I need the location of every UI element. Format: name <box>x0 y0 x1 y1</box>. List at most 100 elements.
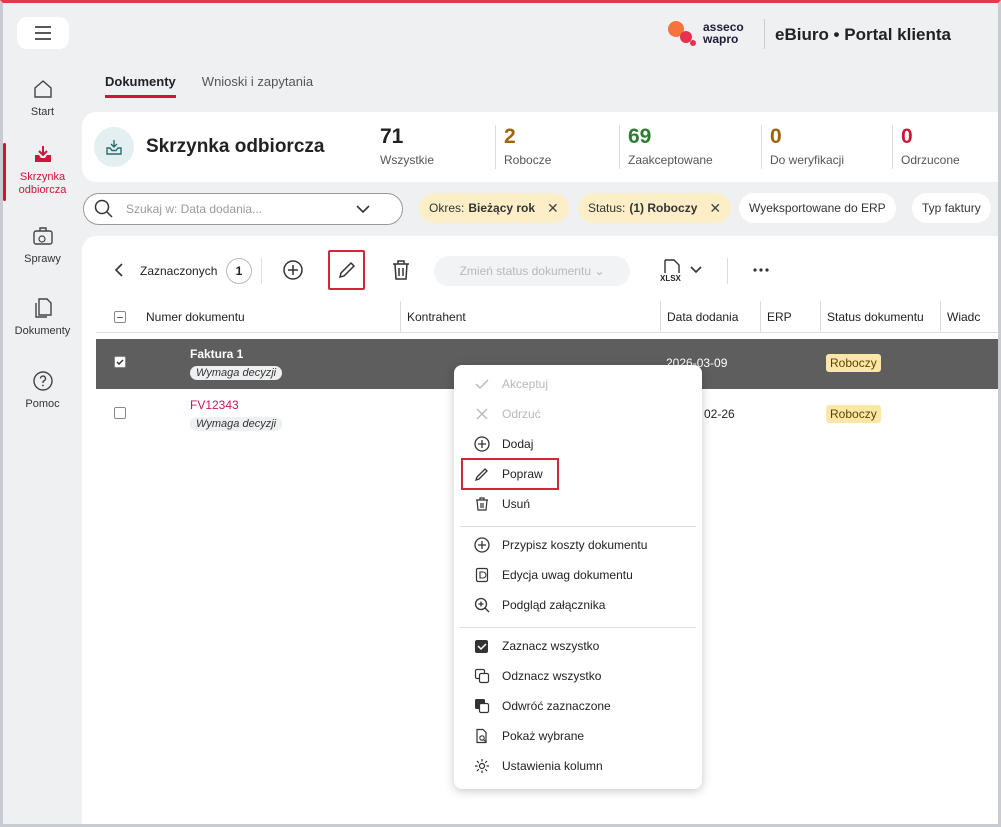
export-xlsx-button[interactable]: XLSX <box>656 252 706 288</box>
context-menu: Akceptuj Odrzuć Dodaj Popraw Usuń Przypi… <box>454 365 702 789</box>
menu-item-assign-costs[interactable]: Przypisz koszty dokumentu <box>474 535 647 555</box>
stat-value: 0 <box>770 125 782 148</box>
search-field[interactable] <box>83 193 403 225</box>
sidebar-item-label: Start <box>30 106 55 118</box>
indeterminate-mark <box>117 317 123 318</box>
summary-card: Skrzynka odbiorcza 71 Wszystkie 2 Robocz… <box>82 112 998 182</box>
document-number[interactable]: Faktura 1 <box>190 347 243 361</box>
plus-circle-icon <box>283 260 303 280</box>
column-status[interactable]: Status dokumentu <box>820 301 940 333</box>
stat-label: Odrzucone <box>901 153 960 167</box>
change-status-button[interactable]: Zmień status dokumentu ⌄ <box>434 256 630 286</box>
gear-icon <box>475 759 489 773</box>
column-number[interactable]: Numer dokumentu <box>140 301 245 333</box>
page-title: Skrzynka odbiorcza <box>146 136 325 157</box>
menu-item-preview-attachment[interactable]: Podgląd załącznika <box>474 595 605 615</box>
chip-value: (1) Roboczy <box>629 201 698 215</box>
trash-icon <box>476 497 488 511</box>
stat-label: Do weryfikacji <box>770 153 845 167</box>
add-button[interactable] <box>275 252 311 288</box>
header: asseco wapro eBiuro • Portal klienta <box>82 3 998 65</box>
decision-required-badge: Wymaga decyzji <box>190 366 283 380</box>
sidebar-item-inbox[interactable]: Skrzynka odbiorcza <box>3 143 82 201</box>
trash-icon <box>393 260 409 280</box>
stat-label: Wszystkie <box>380 153 434 167</box>
stat-value: 0 <box>901 125 913 148</box>
zoom-in-icon <box>474 597 490 613</box>
table-header: Numer dokumentu Kontrahent Data dodania … <box>96 301 998 333</box>
more-button[interactable] <box>743 252 779 288</box>
menu-item-edit-notes[interactable]: Edycja uwag dokumentu <box>474 565 633 585</box>
filter-chip-status[interactable]: Status: (1) Roboczy ✕ <box>578 193 732 223</box>
document-note-icon <box>475 567 489 583</box>
header-separator <box>764 19 765 49</box>
search-icon <box>94 199 113 218</box>
sidebar-item-sprawy[interactable]: Sprawy <box>3 225 82 266</box>
row-checkbox[interactable] <box>114 356 126 368</box>
menu-item-delete[interactable]: Usuń <box>474 494 530 514</box>
filter-chip-erp[interactable]: Wyeksportowane do ERP <box>739 193 896 223</box>
column-contractor[interactable]: Kontrahent <box>400 301 658 333</box>
menu-item-label: Akceptuj <box>502 377 549 391</box>
delete-button[interactable] <box>383 252 419 288</box>
briefcase-clock-icon <box>32 227 53 245</box>
home-icon <box>33 80 52 98</box>
document-number[interactable]: FV12343 <box>190 398 239 412</box>
column-date-added[interactable]: Data dodania <box>660 301 760 333</box>
document-search-icon <box>476 728 487 744</box>
select-all-checkbox[interactable] <box>114 311 126 323</box>
stat-rejected[interactable]: 0 Odrzucone <box>892 125 960 169</box>
sidebar-item-start[interactable]: Start <box>3 78 82 119</box>
menu-item-label: Edycja uwag dokumentu <box>502 568 633 582</box>
close-icon <box>476 408 488 420</box>
menu-item-column-settings[interactable]: Ustawienia kolumn <box>474 756 603 776</box>
menu-item-add[interactable]: Dodaj <box>474 434 533 454</box>
stat-accepted[interactable]: 69 Zaakceptowane <box>619 125 713 169</box>
menu-item-show-selected[interactable]: Pokaż wybrane <box>474 726 584 746</box>
stat-to-verify[interactable]: 0 Do weryfikacji <box>761 125 844 169</box>
menu-item-accept[interactable]: Akceptuj <box>474 374 548 394</box>
chevron-down-icon: ⌄ <box>594 264 605 278</box>
stat-drafts[interactable]: 2 Robocze <box>495 125 551 169</box>
menu-item-label: Dodaj <box>502 437 534 451</box>
invert-selection-icon <box>475 699 490 714</box>
tab-dokumenty[interactable]: Dokumenty <box>105 74 176 98</box>
close-icon[interactable]: ✕ <box>547 200 559 217</box>
export-format-label: XLSX <box>660 274 681 283</box>
close-icon[interactable]: ✕ <box>709 200 721 217</box>
menu-item-label: Przypisz koszty dokumentu <box>502 538 648 552</box>
selected-label: Zaznaczonych <box>140 264 218 278</box>
pencil-icon <box>474 468 488 482</box>
change-status-label: Zmień status dokumentu <box>459 264 591 278</box>
menu-button[interactable] <box>17 17 69 49</box>
menu-item-deselect-all[interactable]: Odznacz wszystko <box>474 666 601 686</box>
menu-item-label: Odwróć zaznaczone <box>502 699 611 713</box>
date-added: 02-26 <box>704 407 735 421</box>
tab-wnioski[interactable]: Wnioski i zapytania <box>202 74 313 98</box>
edit-button[interactable] <box>328 250 365 290</box>
column-messages[interactable]: Wiadc <box>940 301 990 333</box>
filter-chip-period[interactable]: Okres: Bieżący rok ✕ <box>419 193 569 223</box>
stat-all[interactable]: 71 Wszystkie <box>372 125 434 169</box>
stat-value: 69 <box>628 125 652 148</box>
search-input[interactable] <box>126 202 356 216</box>
asseco-logo: asseco wapro <box>667 19 744 47</box>
app-title: eBiuro • Portal klienta <box>775 25 951 44</box>
plus-circle-icon <box>474 436 490 452</box>
menu-item-invert-selection[interactable]: Odwróć zaznaczone <box>474 696 611 716</box>
documents-icon <box>34 298 52 318</box>
row-checkbox[interactable] <box>114 407 126 419</box>
sidebar-item-dokumenty[interactable]: Dokumenty <box>3 297 82 338</box>
plus-circle-icon <box>474 537 490 553</box>
menu-item-select-all[interactable]: Zaznacz wszystko <box>474 636 599 656</box>
chevron-down-icon[interactable] <box>356 204 370 214</box>
sidebar-item-pomoc[interactable]: Pomoc <box>3 370 82 411</box>
sidebar-item-label: Skrzynka odbiorcza <box>18 171 67 196</box>
menu-item-edit[interactable]: Popraw <box>474 464 543 484</box>
menu-item-reject[interactable]: Odrzuć <box>474 404 541 424</box>
column-erp[interactable]: ERP <box>760 301 820 333</box>
chevron-left-icon[interactable] <box>114 262 124 278</box>
chip-key: Okres: <box>429 201 465 215</box>
filter-chip-invoice-type[interactable]: Typ faktury <box>912 193 991 223</box>
menu-item-label: Odrzuć <box>502 407 541 421</box>
